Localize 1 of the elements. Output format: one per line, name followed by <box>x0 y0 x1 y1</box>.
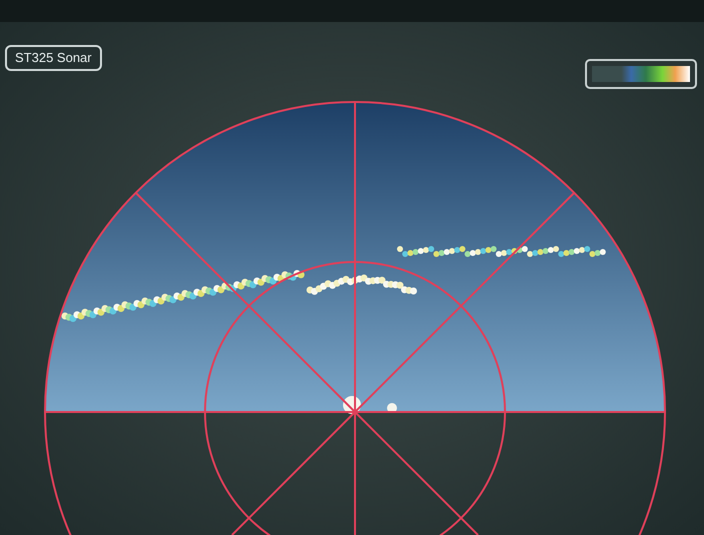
display-title: ST325 Sonar <box>5 45 102 70</box>
